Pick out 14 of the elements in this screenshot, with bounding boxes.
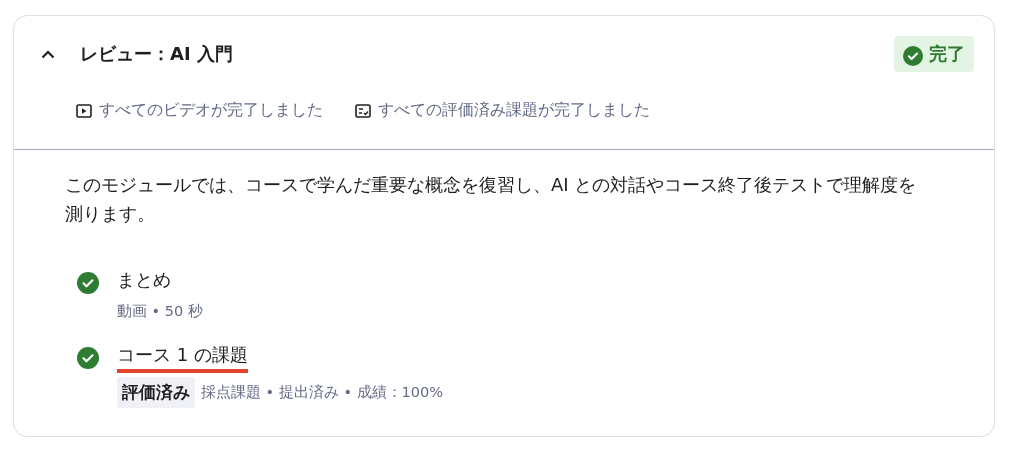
module-description: このモジュールでは、コースで学んだ重要な概念を復習し、AI との対話やコース終了後テストで理解度を測ります。 [65,173,918,226]
item-meta: 採点課題 • 提出済み • 成績：100% [201,383,443,402]
checklist-icon [355,103,371,118]
check-circle-icon [903,46,923,66]
play-icon [76,103,92,118]
summary-text: すべての評価済み課題が完了しました [378,100,650,121]
summary-text: すべてのビデオが完了しました [99,100,323,121]
status-badge: 完了 [894,36,974,72]
module-title: レビュー：AI 入門 [80,42,234,66]
item-link[interactable]: コース 1 の課題 [117,343,248,373]
item-link[interactable]: まとめ [117,268,171,298]
item-meta: 動画 • 50 秒 [117,302,203,321]
graded-tag: 評価済み [117,377,195,408]
chevron-up-icon [41,49,55,59]
